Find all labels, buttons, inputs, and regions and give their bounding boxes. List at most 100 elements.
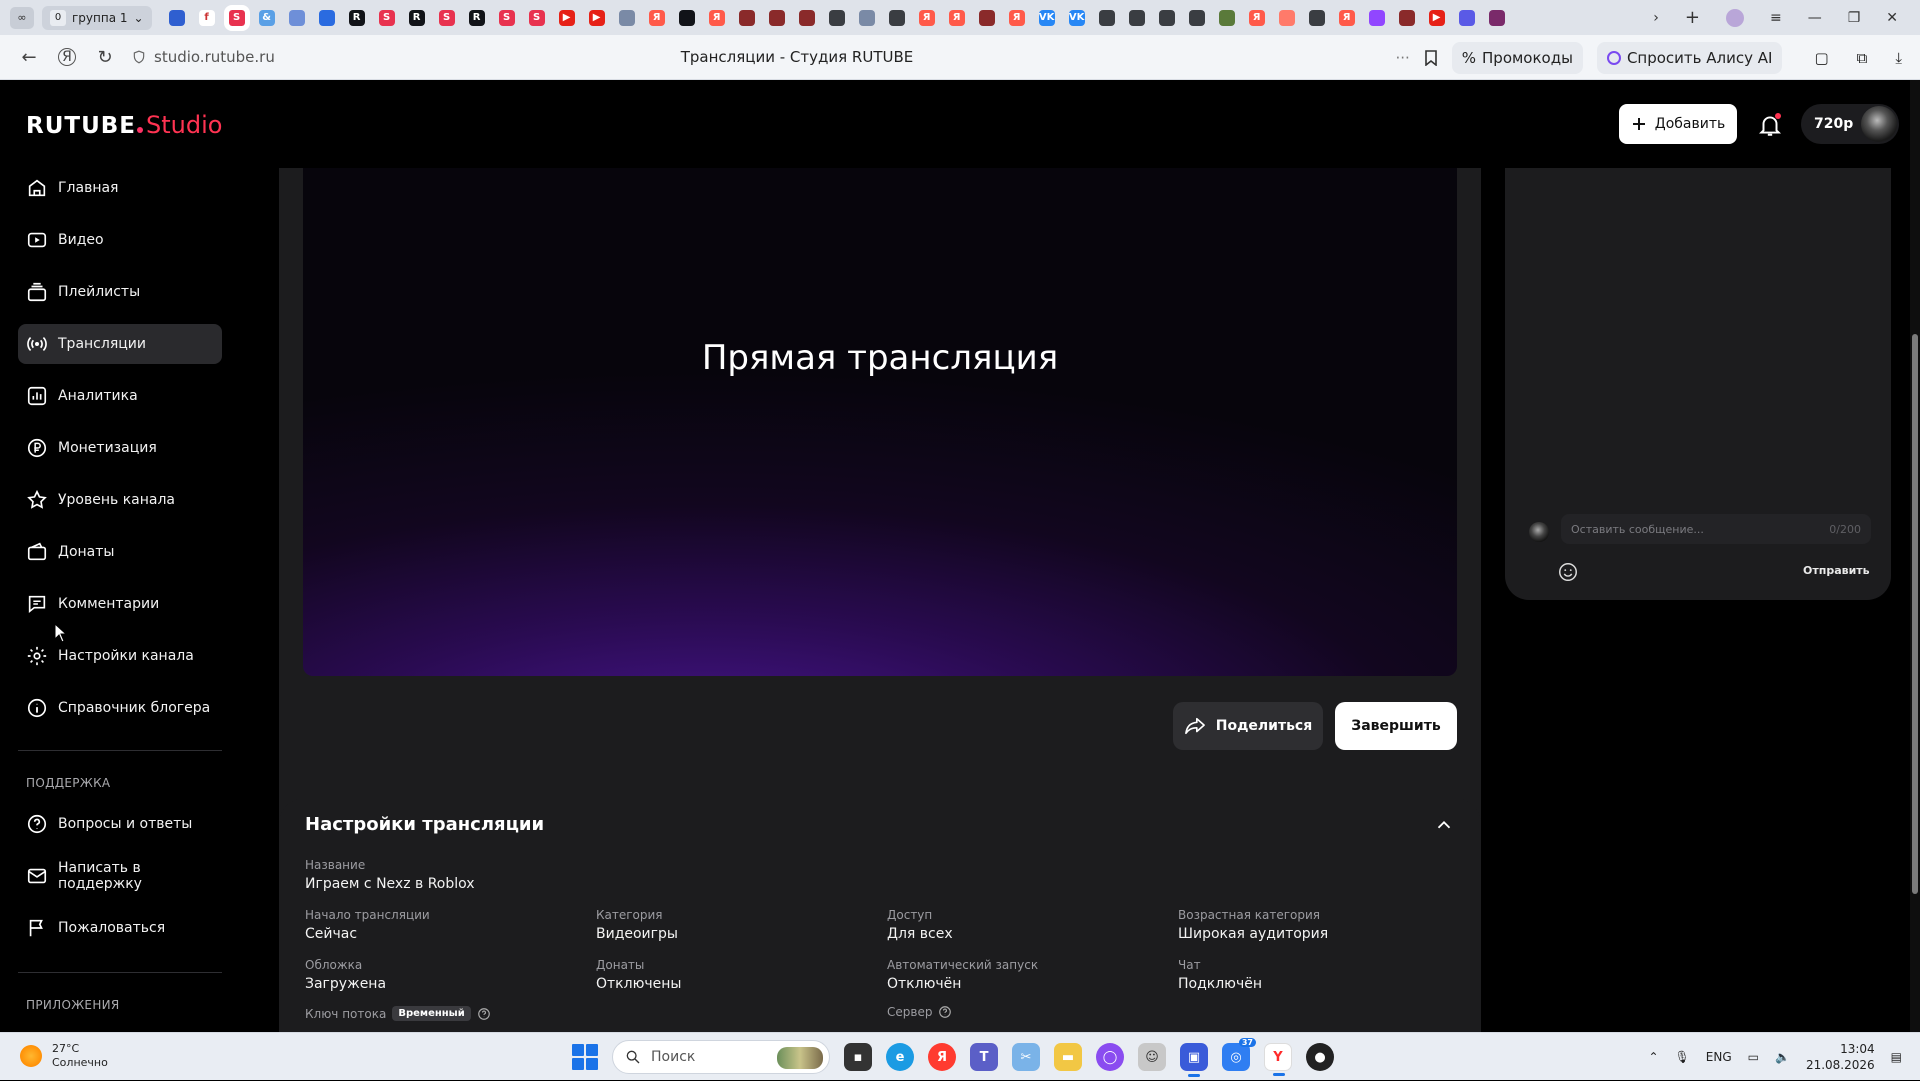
tab-favicon-icon[interactable] [888, 9, 905, 26]
sidebar-item-faq[interactable]: Вопросы и ответы [18, 804, 222, 844]
bell-icon[interactable] [1757, 112, 1783, 138]
tab-favicon-icon[interactable]: Я [1008, 9, 1025, 26]
yandex-browser-icon[interactable]: Я [928, 1043, 956, 1071]
chevron-up-icon[interactable]: ⌃ [1648, 1050, 1658, 1064]
more-icon[interactable]: ··· [1395, 49, 1409, 67]
sidebar-item-channel-settings[interactable]: Настройки канала [18, 636, 222, 676]
language-indicator[interactable]: ENG [1706, 1050, 1732, 1064]
tab-favicon-icon[interactable]: Я [648, 9, 665, 26]
tab-favicon-icon[interactable] [1158, 9, 1175, 26]
task-view-icon[interactable]: ▪ [844, 1043, 872, 1071]
taskbar-search[interactable]: Поиск [612, 1040, 830, 1074]
avatar[interactable] [1861, 106, 1897, 142]
tab-favicon-icon[interactable] [1458, 9, 1475, 26]
tab-favicon-icon[interactable] [1128, 9, 1145, 26]
new-tab-button[interactable]: + [1685, 7, 1700, 28]
tab-favicon-icon[interactable]: Я [918, 9, 935, 26]
chat-message-input[interactable]: Оставить сообщение... 0/200 [1561, 514, 1871, 544]
sidebar-item-video[interactable]: Видео [18, 220, 222, 260]
downloads-icon[interactable] [1725, 8, 1744, 27]
tab-favicon-icon[interactable] [678, 9, 695, 26]
app-icon[interactable]: ● [1306, 1043, 1334, 1071]
tab-favicon-icon[interactable] [1368, 9, 1385, 26]
clock[interactable]: 13:04 21.08.2026 [1806, 1041, 1875, 1073]
extension-icon[interactable]: ⧉ [1857, 49, 1868, 67]
yandex-active-icon[interactable]: Y [1264, 1043, 1292, 1076]
tab-favicon-icon[interactable]: S [438, 9, 455, 26]
tab-favicon-icon[interactable] [1488, 9, 1505, 26]
stream-preview[interactable]: Прямая трансляция [303, 168, 1457, 676]
tab-favicon-icon[interactable]: & [258, 9, 275, 26]
file-explorer-icon[interactable]: ▬ [1054, 1043, 1082, 1071]
promo-button[interactable]: % Промокоды [1451, 41, 1583, 74]
tab-favicon-icon[interactable] [798, 9, 815, 26]
tab-favicon-icon[interactable] [1398, 9, 1415, 26]
tab-favicon-icon[interactable]: Я [948, 9, 965, 26]
tab-favicon-icon[interactable]: f [198, 9, 215, 26]
network-icon[interactable]: ▭ [1748, 1050, 1759, 1064]
edge-icon[interactable]: e [886, 1043, 914, 1071]
question-icon[interactable] [477, 1007, 491, 1021]
app-icon[interactable]: ▣ [1180, 1043, 1208, 1077]
tab-favicon-icon[interactable]: VK [1038, 9, 1055, 26]
sidebar-item-report[interactable]: Пожаловаться [18, 908, 222, 948]
teams-icon[interactable]: T [970, 1043, 998, 1071]
tab-favicon-icon[interactable]: Я [1338, 9, 1355, 26]
tab-favicon-icon[interactable] [618, 9, 635, 26]
tab-group[interactable]: 0 группа 1 ⌄ [42, 5, 152, 30]
sidebar-item-channel-level[interactable]: Уровень канала [18, 480, 222, 520]
tab-scroll-right-icon[interactable]: › [1653, 10, 1659, 26]
app-icon[interactable]: ☺ [1138, 1043, 1166, 1071]
tab-favicon-icon[interactable]: S [528, 9, 545, 26]
tab-favicon-icon[interactable] [1188, 9, 1205, 26]
tab-favicon-icon[interactable]: S [378, 9, 395, 26]
finish-stream-button[interactable]: Завершить [1335, 702, 1457, 750]
tab-favicon-icon[interactable]: Я [1248, 9, 1265, 26]
sidebar-item-broadcasts[interactable]: Трансляции [18, 324, 222, 364]
quality-avatar-button[interactable]: 720р [1801, 104, 1899, 144]
alice-button[interactable]: Спросить Алису AI [1596, 41, 1783, 74]
messenger-icon[interactable]: ◎ 37 [1222, 1038, 1256, 1071]
weather-widget[interactable]: 27°C Солнечно [20, 1042, 108, 1070]
tab-favicon-icon[interactable] [978, 9, 995, 26]
tab-favicon-icon[interactable]: S [223, 4, 250, 31]
add-button[interactable]: Добавить [1619, 104, 1737, 144]
tab-favicon-icon[interactable]: ▶ [558, 9, 575, 26]
tab-favicon-icon[interactable] [738, 9, 755, 26]
sidebar-item-analytics[interactable]: Аналитика [18, 376, 222, 416]
tab-favicon-icon[interactable]: ▶ [1428, 9, 1445, 26]
tab-favicon-icon[interactable] [828, 9, 845, 26]
tab-favicon-icon[interactable] [1218, 9, 1235, 26]
tab-favicon-icon[interactable] [858, 9, 875, 26]
download-icon[interactable]: ⤓ [1895, 49, 1902, 67]
share-button[interactable]: Поделиться [1173, 702, 1323, 750]
notifications-icon[interactable]: ▤ [1891, 1050, 1902, 1064]
restore-icon[interactable]: ❐ [1848, 10, 1861, 26]
sidebar-item-contact-support[interactable]: Написать в поддержку [18, 856, 222, 896]
question-icon[interactable] [938, 1005, 952, 1019]
chat-send-button[interactable]: Отправить [1803, 564, 1870, 577]
bookmark-icon[interactable] [1424, 49, 1438, 66]
tab-favicon-icon[interactable]: R [468, 9, 485, 26]
volume-icon[interactable]: 🔈 [1775, 1050, 1790, 1064]
sidebar-item-home[interactable]: Главная [18, 168, 222, 208]
snipping-tool-icon[interactable]: ✂ [1012, 1043, 1040, 1071]
sidebar-item-donations[interactable]: Донаты [18, 532, 222, 572]
tab-favicon-icon[interactable] [288, 9, 305, 26]
sidebar-item-monetization[interactable]: Монетизация [18, 428, 222, 468]
menu-icon[interactable]: ≡ [1770, 10, 1782, 26]
tabs-overview-button[interactable]: ∞ [10, 6, 34, 29]
rutube-studio-logo[interactable]: RUTUBE Studio [26, 111, 222, 149]
sidebar-item-comments[interactable]: Комментарии [18, 584, 222, 624]
microphone-icon[interactable]: 🎙 [1675, 1050, 1690, 1064]
sidebar-item-playlists[interactable]: Плейлисты [18, 272, 222, 312]
tab-favicon-icon[interactable]: VK [1068, 9, 1085, 26]
scrollbar-thumb[interactable] [1912, 334, 1918, 894]
tab-favicon-icon[interactable] [768, 9, 785, 26]
close-icon[interactable]: ✕ [1886, 10, 1898, 26]
tab-favicon-icon[interactable]: Я [708, 9, 725, 26]
tab-favicon-icon[interactable] [318, 9, 335, 26]
collections-icon[interactable]: ▢ [1814, 49, 1828, 67]
tab-favicon-icon[interactable] [1308, 9, 1325, 26]
tab-favicon-icon[interactable]: S [498, 9, 515, 26]
